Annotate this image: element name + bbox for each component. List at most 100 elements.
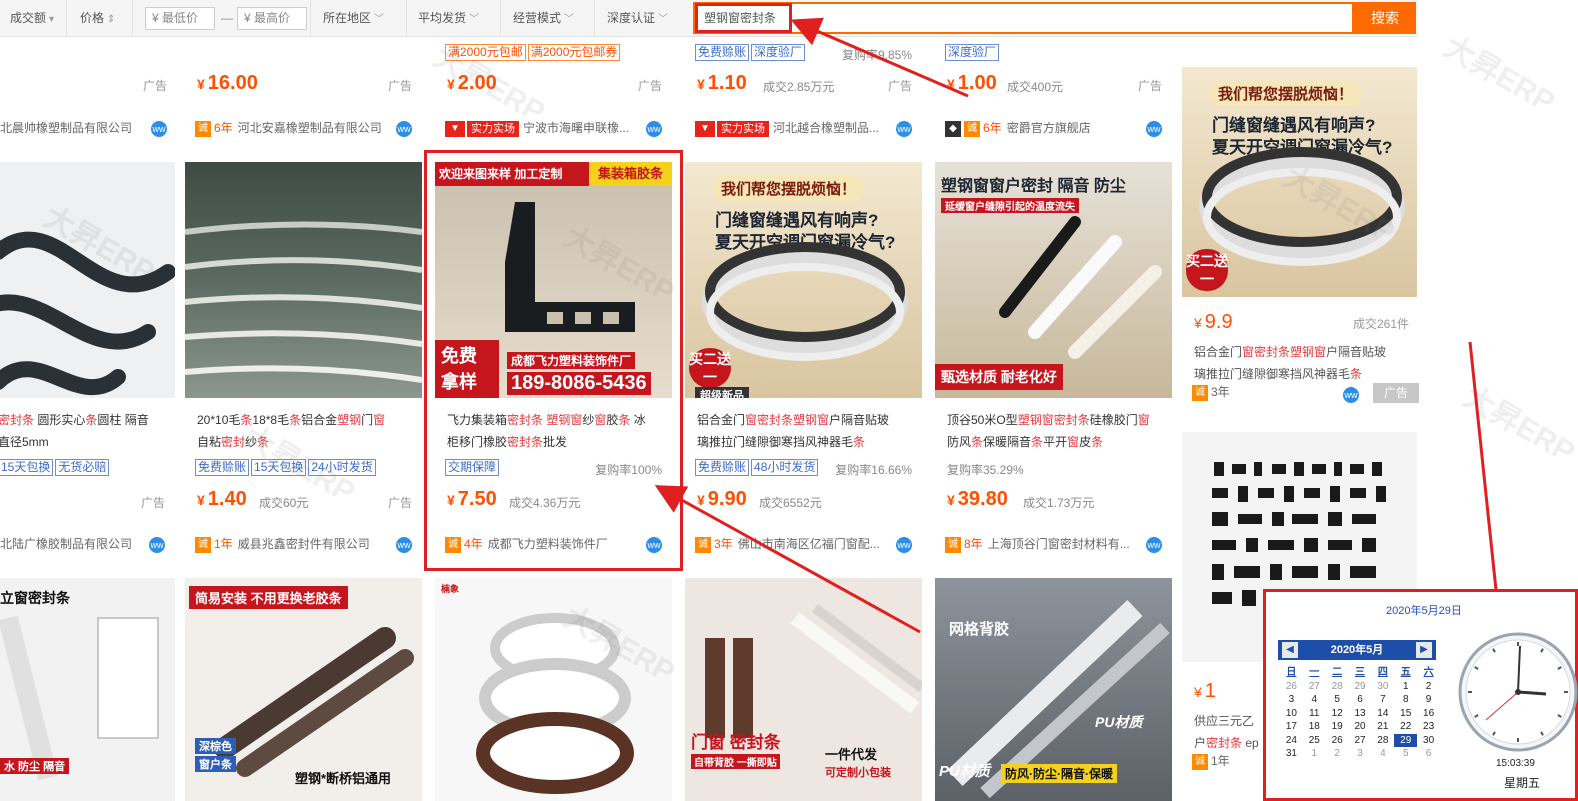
product-card[interactable]: 门窗 密封条 自带背胶 一撕即贴 一件代发 可定制小包装 <box>685 578 922 801</box>
shop-name[interactable]: 北晨帅橡塑制品有限公司 <box>0 119 132 137</box>
shop-info[interactable]: 诚 3年 <box>1192 383 1230 401</box>
product-title[interactable]: 铝合金门窗密封条塑钢窗户隔音贴玻 璃推拉门缝隙御寒挡风神器毛条 <box>697 409 912 453</box>
product-card[interactable]: 我们帮您摆脱烦恼！ 门缝窗缝遇风有响声? 夏天开空调门窗漏冷气? 买二送一 超级… <box>685 162 922 567</box>
calendar-day[interactable]: 2 <box>1326 747 1349 761</box>
shop-info[interactable]: 诚 1年 <box>1192 752 1230 770</box>
product-title[interactable]: 顶谷50米O型塑钢窗密封条硅橡胶门窗 防风条保暖隔音条平开窗皮条 <box>947 409 1162 453</box>
product-image[interactable]: 网格背胶 PU材质 PU材质 防风·防尘·隔音·保暖 <box>935 578 1172 801</box>
max-price-input[interactable]: ¥ 最高价 <box>237 7 307 30</box>
product-title[interactable]: 铝合金门窗密封条塑钢窗户隔音贴玻 璃推拉门缝隙御寒挡风神器毛条 <box>1194 341 1409 385</box>
calendar-day[interactable]: 25 <box>1303 734 1326 748</box>
shop-info[interactable]: 诚 3年 佛山市南海区亿福门窗配... <box>695 535 880 553</box>
calendar-day[interactable]: 8 <box>1394 693 1417 707</box>
product-card[interactable]: 塑钢窗窗户密封 隔音 防尘 延缓窗户缝隙引起的温度流失 甄选材质 耐老化好 顶谷… <box>935 162 1172 567</box>
shop-info[interactable]: 诚 8年 上海顶谷门窗密封材料有... <box>945 535 1130 553</box>
filter-biz-mode[interactable]: 经营模式 ﹀ <box>513 0 574 37</box>
product-card[interactable]: 深度验厂 ¥1.00 成交400元 广告 ◆ 诚 6年 密爵官方旗舰店 ww <box>935 37 1172 151</box>
calendar-day[interactable]: 4 <box>1371 747 1394 761</box>
wangwang-icon[interactable]: ww <box>151 121 167 137</box>
product-image[interactable]: 立窗密封条 水 防尘 隔音 <box>0 578 175 801</box>
product-card[interactable]: ¥16.00 广告 诚 6年 河北安嘉橡塑制品有限公司 ww <box>185 37 422 151</box>
calendar-day[interactable]: 23 <box>1417 720 1440 734</box>
wangwang-icon[interactable]: ww <box>149 537 165 553</box>
calendar-day[interactable]: 19 <box>1326 720 1349 734</box>
calendar-day[interactable]: 28 <box>1371 734 1394 748</box>
shop-info[interactable]: ▼ 实力实场 宁波市海曙申联橡... <box>445 119 629 137</box>
shop-info[interactable]: 诚 6年 河北安嘉橡塑制品有限公司 <box>195 119 382 137</box>
search-button[interactable]: 搜索 <box>1354 2 1416 34</box>
product-image[interactable]: 塑钢窗窗户密封 隔音 防尘 延缓窗户缝隙引起的温度流失 甄选材质 耐老化好 <box>935 162 1172 398</box>
calendar-day[interactable]: 11 <box>1303 707 1326 721</box>
calendar-day[interactable]: 5 <box>1326 693 1349 707</box>
wangwang-icon[interactable]: ww <box>1343 387 1359 403</box>
product-image[interactable] <box>0 162 175 398</box>
calendar-date-heading[interactable]: 2020年5月29日 <box>1386 602 1462 618</box>
wangwang-icon[interactable]: ww <box>396 537 412 553</box>
shop-info[interactable]: 诚 1年 威县兆鑫密封件有限公司 <box>195 535 370 553</box>
product-card[interactable]: 满2000元包邮 满2000元包邮券 ¥2.00 广告 ▼ 实力实场 宁波市海曙申联橡… <box>435 37 672 151</box>
product-card[interactable]: 免费赊账 深度验厂 复购率9.85% ¥1.10 成交2.85万元 广告 ▼ 实力实… <box>685 37 922 151</box>
calendar-day[interactable]: 4 <box>1303 693 1326 707</box>
calendar-day[interactable]: 3 <box>1349 747 1372 761</box>
calendar-day[interactable]: 6 <box>1417 747 1440 761</box>
search-input[interactable]: 塑钢窗密封条 <box>693 2 1354 34</box>
calendar-month-label[interactable]: 2020年5月 <box>1278 640 1436 660</box>
product-card[interactable]: 简易安装 不用更换老胶条 深棕色 窗户条 塑钢*断桥铝通用 <box>185 578 422 801</box>
product-card[interactable]: 网格背胶 PU材质 PU材质 防风·防尘·隔音·保暖 <box>935 578 1172 801</box>
filter-deep-cert[interactable]: 深度认证 ﹀ <box>607 0 668 37</box>
sort-volume[interactable]: 成交额 ▾ <box>10 0 54 37</box>
product-card[interactable]: 密封条 圆形实心条圆柱 隔音直径5mm 15天包换无货必赔 5 广告 北陆广橡胶… <box>0 162 175 567</box>
product-image[interactable]: 简易安装 不用更换老胶条 深棕色 窗户条 塑钢*断桥铝通用 <box>185 578 422 801</box>
min-price-input[interactable]: ¥ 最低价 <box>145 7 215 30</box>
wangwang-icon[interactable]: ww <box>396 121 412 137</box>
wangwang-icon[interactable]: ww <box>1146 537 1162 553</box>
calendar-day[interactable]: 24 <box>1280 734 1303 748</box>
calendar-day[interactable]: 27 <box>1349 734 1372 748</box>
product-title[interactable]: 密封条 圆形实心条圆柱 隔音 直径5mm <box>0 409 168 453</box>
calendar-day[interactable]: 2 <box>1417 680 1440 694</box>
product-title[interactable]: 20*10毛条18*8毛条铝合金塑钢门窗 自粘密封纱条 <box>197 409 412 453</box>
calendar-day[interactable]: 15 <box>1394 707 1417 721</box>
shop-info[interactable]: ▼ 实力实场 河北越合橡塑制品... <box>695 119 879 137</box>
calendar-day[interactable]: 30 <box>1371 680 1394 694</box>
product-card[interactable]: 0 广告 北晨帅橡塑制品有限公司 ww <box>0 37 177 151</box>
calendar-day[interactable]: 16 <box>1417 707 1440 721</box>
product-title[interactable]: 供应三元乙 户密封条 ep <box>1194 710 1274 754</box>
wangwang-icon[interactable]: ww <box>896 537 912 553</box>
calendar-day[interactable]: 29 <box>1394 733 1418 747</box>
wangwang-icon[interactable]: ww <box>1146 121 1162 137</box>
side-product-card[interactable]: 我们帮您摆脱烦恼！ 门缝窗缝遇风有响声? 夏天开空调门窗漏冷气? 买二送一 ¥9… <box>1182 67 1419 407</box>
calendar-day[interactable]: 5 <box>1394 747 1417 761</box>
calendar-day[interactable]: 10 <box>1280 707 1303 721</box>
calendar-day[interactable]: 21 <box>1371 720 1394 734</box>
product-card[interactable]: 20*10毛条18*8毛条铝合金塑钢门窗 自粘密封纱条 免费赊账 15天包换 24小时… <box>185 162 422 567</box>
calendar-day[interactable]: 22 <box>1394 720 1417 734</box>
calendar-day[interactable]: 6 <box>1349 693 1372 707</box>
calendar-day[interactable]: 20 <box>1349 720 1372 734</box>
calendar-day[interactable]: 1 <box>1303 747 1326 761</box>
calendar-day[interactable]: 1 <box>1394 680 1417 694</box>
product-card[interactable]: 楠象 <box>435 578 672 801</box>
calendar-day[interactable]: 18 <box>1303 720 1326 734</box>
product-image[interactable]: 楠象 <box>435 578 672 801</box>
shop-info[interactable]: 北陆广橡胶制品有限公司 <box>0 535 132 553</box>
calendar-day[interactable]: 30 <box>1417 734 1440 748</box>
sort-price[interactable]: 价格 ⇕ <box>80 0 115 37</box>
calendar-day[interactable]: 12 <box>1326 707 1349 721</box>
calendar-day[interactable]: 28 <box>1326 680 1349 694</box>
wangwang-icon[interactable]: ww <box>896 121 912 137</box>
product-image[interactable]: 门窗 密封条 自带背胶 一撕即贴 一件代发 可定制小包装 <box>685 578 922 801</box>
calendar-day[interactable]: 26 <box>1280 680 1303 694</box>
wangwang-icon[interactable]: ww <box>646 121 662 137</box>
calendar-day[interactable]: 17 <box>1280 720 1303 734</box>
next-month-button[interactable]: ▶ <box>1416 642 1432 658</box>
calendar-day[interactable]: 9 <box>1417 693 1440 707</box>
product-image[interactable] <box>185 162 422 398</box>
product-image[interactable]: 我们帮您摆脱烦恼！ 门缝窗缝遇风有响声? 夏天开空调门窗漏冷气? 买二送一 超级… <box>685 162 922 398</box>
product-image[interactable]: 我们帮您摆脱烦恼！ 门缝窗缝遇风有响声? 夏天开空调门窗漏冷气? 买二送一 <box>1182 67 1417 297</box>
filter-ship-time[interactable]: 平均发货 ﹀ <box>418 0 479 37</box>
calendar-day[interactable]: 29 <box>1349 680 1372 694</box>
calendar-day[interactable]: 27 <box>1303 680 1326 694</box>
calendar-day[interactable]: 14 <box>1371 707 1394 721</box>
filter-region[interactable]: 所在地区 ﹀ <box>323 0 384 37</box>
